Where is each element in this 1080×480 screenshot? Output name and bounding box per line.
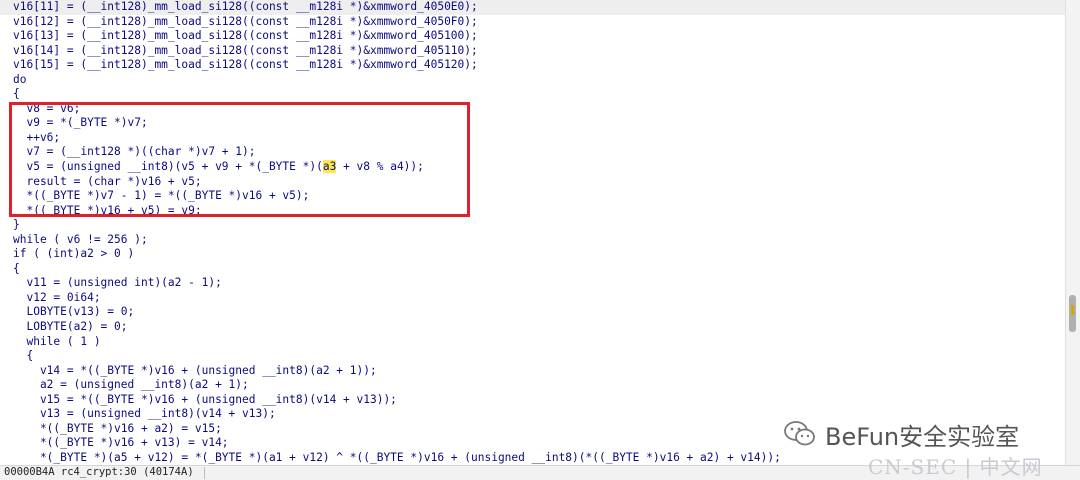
pseudocode-view[interactable]: v16[11] = (__int128)_mm_load_si128((cons… xyxy=(0,0,1066,465)
code-line[interactable]: v16[12] = (__int128)_mm_load_si128((cons… xyxy=(0,15,1066,30)
code-line[interactable]: } xyxy=(0,218,1066,233)
code-line[interactable]: v15 = *((_BYTE *)v16 + (unsigned __int8)… xyxy=(0,393,1066,408)
status-separator xyxy=(204,467,205,479)
status-address: 00000B4A rc4_crypt:30 (40174A) xyxy=(4,466,194,478)
annotation-box xyxy=(9,102,470,217)
code-line[interactable]: { xyxy=(0,349,1066,364)
code-line[interactable]: LOBYTE(a2) = 0; xyxy=(0,320,1066,335)
code-line[interactable]: while ( 1 ) xyxy=(0,335,1066,350)
code-line[interactable]: do xyxy=(0,73,1066,88)
code-line[interactable]: v12 = 0i64; xyxy=(0,291,1066,306)
code-line[interactable]: while ( v6 != 256 ); xyxy=(0,233,1066,248)
wechat-icon xyxy=(784,421,815,446)
code-line[interactable]: { xyxy=(0,87,1066,102)
code-line[interactable]: LOBYTE(v13) = 0; xyxy=(0,305,1066,320)
code-line[interactable]: v14 = *((_BYTE *)v16 + (unsigned __int8)… xyxy=(0,364,1066,379)
watermark-brand: BeFun安全实验室 xyxy=(825,422,1020,451)
code-line[interactable]: if ( (int)a2 > 0 ) xyxy=(0,247,1066,262)
code-line[interactable]: v11 = (unsigned int)(a2 - 1); xyxy=(0,276,1066,291)
code-line[interactable]: { xyxy=(0,262,1066,277)
code-line[interactable]: a2 = (unsigned __int8)(a2 + 1); xyxy=(0,378,1066,393)
code-line[interactable]: v16[11] = (__int128)_mm_load_si128((cons… xyxy=(0,0,1066,15)
code-line[interactable]: v16[13] = (__int128)_mm_load_si128((cons… xyxy=(0,29,1066,44)
scrollbar-marker xyxy=(1071,305,1074,315)
watermark-site: CN-SEC | 中文网 xyxy=(868,455,1043,479)
code-line[interactable]: v16[14] = (__int128)_mm_load_si128((cons… xyxy=(0,44,1066,59)
watermark: BeFun安全实验室 xyxy=(783,418,1020,451)
code-line[interactable]: v16[15] = (__int128)_mm_load_si128((cons… xyxy=(0,58,1066,73)
vertical-scrollbar[interactable] xyxy=(1065,0,1080,465)
